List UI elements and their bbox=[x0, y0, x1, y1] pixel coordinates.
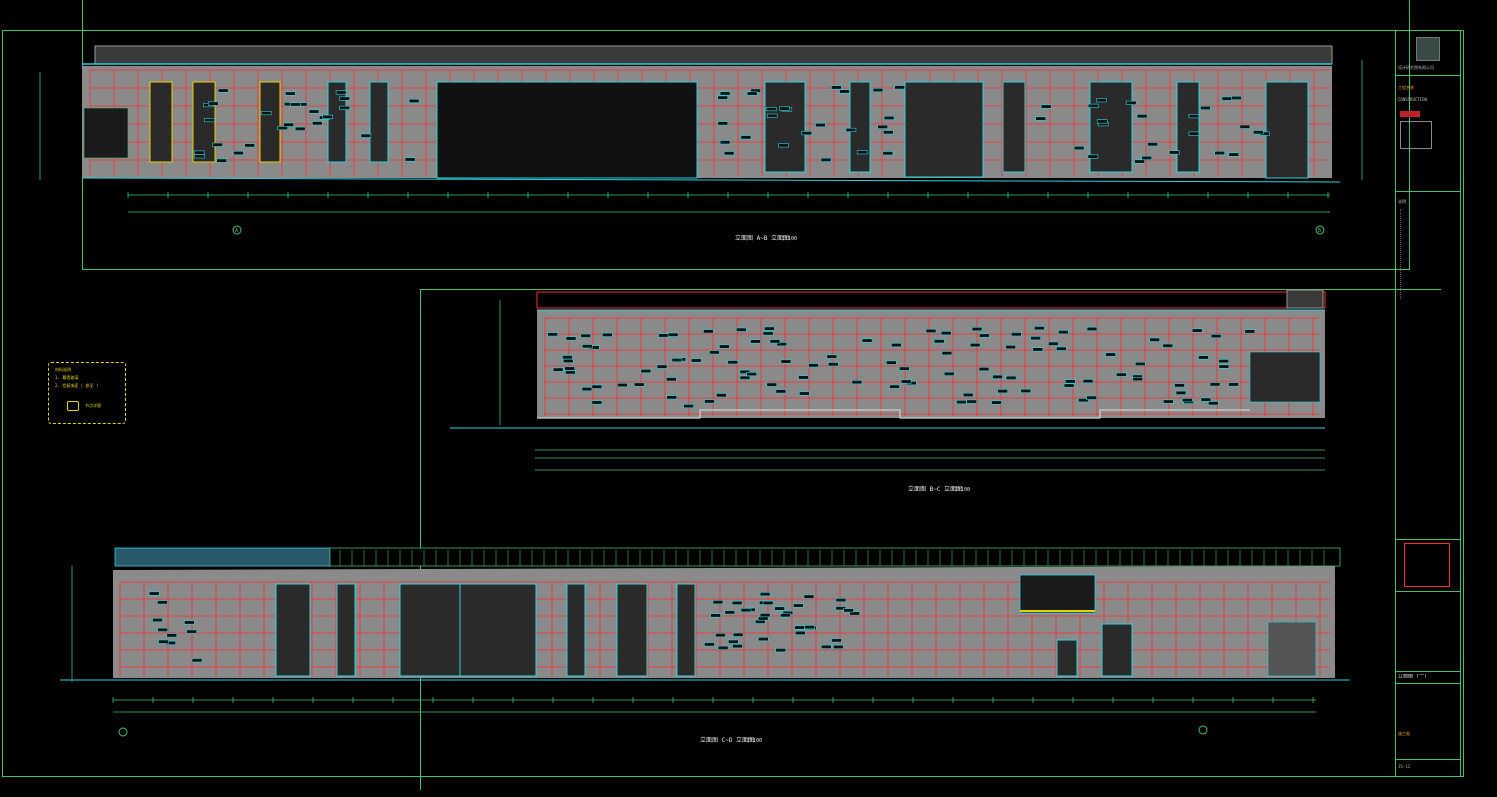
elevation-2-label: 立面图 B~C 立面图 bbox=[908, 485, 962, 493]
elevation-1 bbox=[39, 45, 1363, 235]
sheet-number: JS-12 bbox=[1398, 764, 1411, 769]
legend-line-3: 节点详图 bbox=[85, 403, 101, 408]
elevation-3-label: 立面图 C~D 立面图 bbox=[700, 736, 754, 744]
legend-title: 材料说明 bbox=[55, 367, 71, 372]
elevation-3-scale: 1:100 bbox=[747, 738, 762, 744]
elevation-1-scale: 1:100 bbox=[782, 236, 797, 242]
elevation-3 bbox=[60, 547, 1350, 737]
elevation-2 bbox=[450, 289, 1326, 471]
company-logo-icon bbox=[1416, 37, 1440, 61]
elevation-drawings: 立面图 A~B 立面图 1:100 立面图 B~C 立面图 1:100 立面图 … bbox=[39, 45, 1363, 744]
company-name: 设计研究院有限公司 bbox=[1398, 65, 1434, 70]
legend-line-1: 1. 幕墙玻璃 bbox=[55, 375, 79, 380]
elevation-2-scale: 1:100 bbox=[955, 487, 970, 493]
stamp-icon bbox=[1400, 111, 1420, 117]
phase: 施工图 bbox=[1398, 731, 1410, 736]
project-en: CONSTRUCTION bbox=[1398, 97, 1427, 102]
legend-symbol-icon bbox=[67, 401, 79, 411]
key-plan-icon bbox=[1404, 543, 1450, 587]
drawing-name: 立面图 (一) bbox=[1398, 674, 1428, 679]
legend-line-2: 2. 铝板饰面 ( 参见 ) bbox=[55, 383, 99, 388]
project-label: 工程名称 bbox=[1398, 85, 1414, 90]
notes-label: 说明 bbox=[1398, 199, 1406, 204]
title-block: 设计研究院有限公司 工程名称 CONSTRUCTION 说明 立面图 (一) 施… bbox=[1395, 30, 1461, 777]
grid-axis-right: B bbox=[1318, 228, 1321, 234]
elevation-1-label: 立面图 A~B 立面图 bbox=[735, 234, 789, 242]
material-legend: 材料说明 1. 幕墙玻璃 2. 铝板饰面 ( 参见 ) 节点详图 bbox=[48, 362, 126, 424]
grid-axis-left: A bbox=[235, 228, 238, 234]
